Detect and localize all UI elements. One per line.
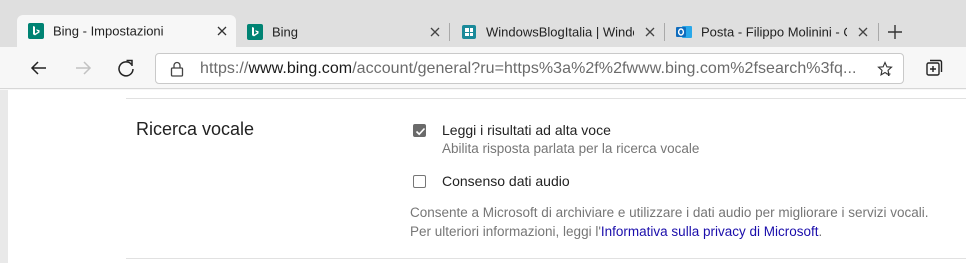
url-path: /account/general?ru=https%3a%2f%2fwww.bi… [352,60,857,77]
tab-bing-impostazioni[interactable]: Bing - Impostazioni [17,15,236,47]
checkmark-icon [415,127,426,136]
divider [126,258,966,259]
audio-consent-description: Consente a Microsoft di archiviare e uti… [410,205,929,220]
close-icon[interactable] [215,24,229,38]
privacy-info-suffix: . [818,224,823,239]
read-aloud-checkbox[interactable] [413,124,426,137]
close-icon[interactable] [643,25,657,39]
url-text[interactable]: https://www.bing.com/account/general?ru=… [200,60,860,78]
tab-title: Bing [272,24,299,40]
read-aloud-label[interactable]: Leggi i risultati ad alta voce [442,122,611,138]
privacy-policy-link[interactable]: Informativa sulla privacy di Microsoft [601,224,819,239]
bing-icon [28,23,44,39]
tab-separator [878,23,879,41]
audio-consent-label[interactable]: Consenso dati audio [442,173,570,189]
audio-consent-checkbox[interactable] [413,175,426,188]
tab-bing[interactable]: Bing [236,17,449,47]
address-bar[interactable]: https://www.bing.com/account/general?ru=… [155,53,904,84]
lock-icon[interactable] [170,61,184,77]
refresh-icon[interactable] [116,58,136,78]
read-aloud-sublabel: Abilita risposta parlata per la ricerca … [442,141,700,156]
privacy-info-text: Per ulteriori informazioni, leggi l'Info… [410,224,822,239]
privacy-info-prefix: Per ulteriori informazioni, leggi l' [410,224,601,239]
outlook-icon [676,26,692,38]
windowsblogitalia-icon [462,25,476,39]
page-content: Ricerca vocale Leggi i risultati ad alta… [0,90,966,263]
page-left-gutter [0,90,8,263]
back-icon[interactable] [29,58,49,78]
close-icon[interactable] [856,25,870,39]
tab-title: Posta - Filippo Molinini - Outlook [701,24,847,40]
url-host: www.bing.com [248,60,353,77]
forward-icon[interactable] [73,58,93,78]
divider [126,98,966,99]
collections-icon[interactable] [924,58,944,78]
navigation-toolbar: https://www.bing.com/account/general?ru=… [0,47,966,89]
favorite-star-icon[interactable] [877,61,893,77]
new-tab-icon[interactable] [886,23,904,41]
tab-title: WindowsBlogItalia | Windows [486,24,634,40]
tab-windowsblogitalia[interactable]: WindowsBlogItalia | Windows [450,17,664,47]
section-title: Ricerca vocale [136,119,255,139]
bing-icon [247,24,263,40]
tab-strip: Bing - Impostazioni Bing WindowsBlogItal… [0,0,966,47]
close-icon[interactable] [428,25,442,39]
tab-outlook[interactable]: Posta - Filippo Molinini - Outlook [665,17,877,47]
url-scheme: https:// [200,60,249,77]
tab-title: Bing - Impostazioni [53,23,164,39]
